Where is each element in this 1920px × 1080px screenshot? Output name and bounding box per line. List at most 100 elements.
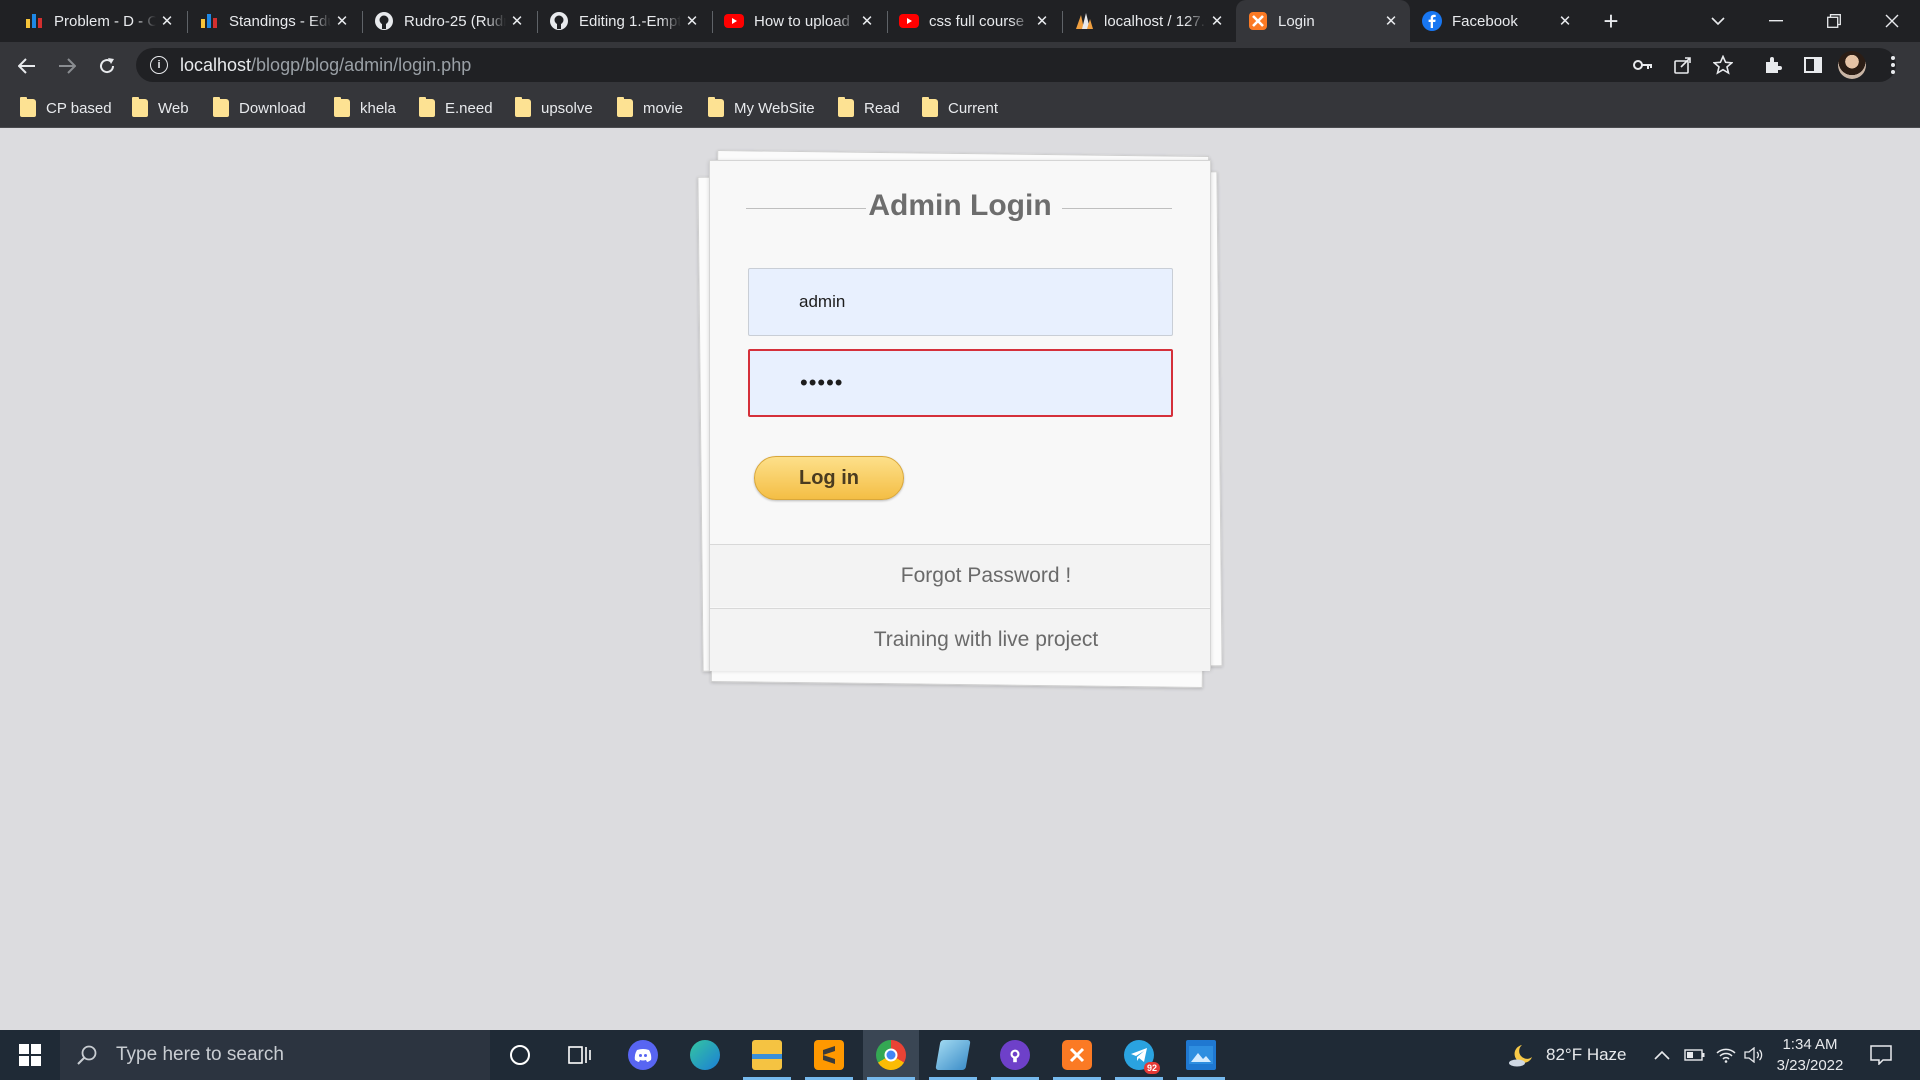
bookmark-folder[interactable]: upsolve xyxy=(515,97,593,119)
chrome-icon xyxy=(876,1040,906,1070)
close-tab-icon[interactable]: ✕ xyxy=(1554,10,1576,32)
tab-facebook[interactable]: Facebook ✕ xyxy=(1410,0,1584,42)
folder-icon xyxy=(617,97,633,117)
taskbar-app-chrome[interactable] xyxy=(863,1030,919,1080)
back-button[interactable] xyxy=(10,49,44,83)
tab-youtube-css[interactable]: css full course ✕ xyxy=(887,0,1061,42)
tab-title: Standings - Educational xyxy=(229,12,331,30)
forgot-password-link[interactable]: Forgot Password ! xyxy=(710,544,1210,607)
cortana-button[interactable] xyxy=(492,1030,548,1080)
tab-title: Login xyxy=(1278,12,1315,30)
training-link[interactable]: Training with live project xyxy=(710,608,1210,671)
start-button[interactable] xyxy=(0,1030,60,1080)
close-tab-icon[interactable]: ✕ xyxy=(156,10,178,32)
arrow-left-icon xyxy=(18,58,35,74)
sublime-text-icon xyxy=(814,1040,844,1070)
tab-github-editing[interactable]: Editing 1.-Empty ✕ xyxy=(537,0,711,42)
folder-icon xyxy=(419,97,435,117)
minimize-button[interactable] xyxy=(1748,0,1804,42)
tab-title: css full course xyxy=(929,12,1025,30)
close-window-button[interactable] xyxy=(1864,0,1920,42)
tab-title: How to upload xyxy=(754,12,850,30)
tab-phpmyadmin[interactable]: localhost / 127.0.0.1 ✕ xyxy=(1062,0,1236,42)
folder-icon xyxy=(922,97,938,117)
tab-youtube-upload[interactable]: How to upload ✕ xyxy=(712,0,886,42)
tab-codeforces-problem[interactable]: Problem - D - Codeforces ✕ xyxy=(12,0,186,42)
tab-codeforces-standings[interactable]: Standings - Educational ✕ xyxy=(187,0,361,42)
task-view-button[interactable] xyxy=(552,1030,608,1080)
taskbar-app-telegram[interactable]: 92 xyxy=(1111,1030,1167,1080)
tab-title: Problem - D - Codeforces xyxy=(54,12,156,30)
bookmark-folder[interactable]: movie xyxy=(617,97,683,119)
bookmark-folder[interactable]: Read xyxy=(838,97,900,119)
bookmark-star-icon[interactable] xyxy=(1708,50,1738,80)
close-tab-icon[interactable]: ✕ xyxy=(681,10,703,32)
facebook-icon xyxy=(1422,11,1442,31)
tab-title: Facebook xyxy=(1452,12,1518,30)
task-view-icon xyxy=(568,1046,591,1064)
taskbar-app-xampp[interactable] xyxy=(1049,1030,1105,1080)
search-placeholder: Type here to search xyxy=(116,1044,284,1065)
password-input[interactable]: ••••• xyxy=(748,349,1173,417)
chevron-up-icon xyxy=(1654,1050,1670,1060)
folder-icon xyxy=(334,97,350,117)
username-input[interactable]: admin xyxy=(748,268,1173,336)
close-tab-icon[interactable]: ✕ xyxy=(1031,10,1053,32)
side-panel-icon[interactable] xyxy=(1798,50,1828,80)
folder-icon xyxy=(213,97,229,117)
bookmark-folder[interactable]: CP based xyxy=(20,97,112,119)
notification-center-button[interactable] xyxy=(1866,1030,1896,1080)
close-tab-icon[interactable]: ✕ xyxy=(1380,10,1402,32)
xampp-icon xyxy=(1248,11,1268,31)
bookmarks-bar: CP based Web Download khela E.need upsol… xyxy=(0,88,1920,128)
menu-kebab-icon[interactable] xyxy=(1878,50,1908,80)
clock-date: 3/23/2022 xyxy=(1776,1057,1844,1074)
bookmark-folder[interactable]: Download xyxy=(213,97,306,119)
tab-login[interactable]: Login ✕ xyxy=(1236,0,1410,42)
reload-button[interactable] xyxy=(90,49,124,83)
taskbar-app-notepad[interactable] xyxy=(925,1030,981,1080)
folder-icon xyxy=(515,97,531,117)
weather-widget[interactable]: 82°F Haze xyxy=(1508,1030,1627,1080)
login-card: Admin Login admin ••••• Log in Forgot Pa… xyxy=(709,160,1211,671)
wifi-icon xyxy=(1716,1048,1736,1063)
browser-tab-strip: Problem - D - Codeforces ✕ Standings - E… xyxy=(0,0,1920,42)
tab-github-profile[interactable]: Rudro-25 (Rudro) ✕ xyxy=(362,0,536,42)
taskbar-app-photos[interactable] xyxy=(1173,1030,1229,1080)
bookmark-folder[interactable]: E.need xyxy=(419,97,493,119)
profile-avatar[interactable] xyxy=(1838,51,1866,79)
edge-icon xyxy=(690,1040,720,1070)
restore-button[interactable] xyxy=(1806,0,1862,42)
battery-indicator[interactable] xyxy=(1684,1030,1706,1080)
taskbar-search-input[interactable]: Type here to search xyxy=(60,1030,490,1080)
tray-overflow-button[interactable] xyxy=(1654,1030,1670,1080)
page-title: Admin Login xyxy=(868,189,1052,222)
taskbar-app-file-explorer[interactable] xyxy=(739,1030,795,1080)
taskbar-app-discord[interactable] xyxy=(615,1030,671,1080)
wifi-indicator[interactable] xyxy=(1716,1030,1736,1080)
system-clock[interactable]: 1:34 AM 3/23/2022 xyxy=(1760,1034,1860,1076)
extensions-icon[interactable] xyxy=(1758,50,1788,80)
login-button[interactable]: Log in xyxy=(754,456,904,500)
new-tab-button[interactable]: + xyxy=(1596,6,1626,36)
taskbar-app-edge[interactable] xyxy=(677,1030,733,1080)
taskbar-app-sublime[interactable] xyxy=(801,1030,857,1080)
close-tab-icon[interactable]: ✕ xyxy=(331,10,353,32)
bookmark-folder[interactable]: Current xyxy=(922,97,998,119)
close-tab-icon[interactable]: ✕ xyxy=(856,10,878,32)
share-icon[interactable] xyxy=(1668,50,1698,80)
taskbar-app-github-desktop[interactable] xyxy=(987,1030,1043,1080)
tab-search-button[interactable] xyxy=(1690,0,1746,42)
bookmark-folder[interactable]: Web xyxy=(132,97,189,119)
close-tab-icon[interactable]: ✕ xyxy=(1206,10,1228,32)
notification-icon xyxy=(1870,1045,1892,1065)
site-info-icon[interactable]: i xyxy=(150,56,168,74)
close-tab-icon[interactable]: ✕ xyxy=(506,10,528,32)
key-icon[interactable] xyxy=(1628,50,1658,80)
youtube-icon xyxy=(724,11,744,31)
folder-icon xyxy=(838,97,854,117)
folder-icon xyxy=(708,97,724,117)
forward-button[interactable] xyxy=(50,49,84,83)
bookmark-folder[interactable]: My WebSite xyxy=(708,97,815,119)
bookmark-folder[interactable]: khela xyxy=(334,97,396,119)
